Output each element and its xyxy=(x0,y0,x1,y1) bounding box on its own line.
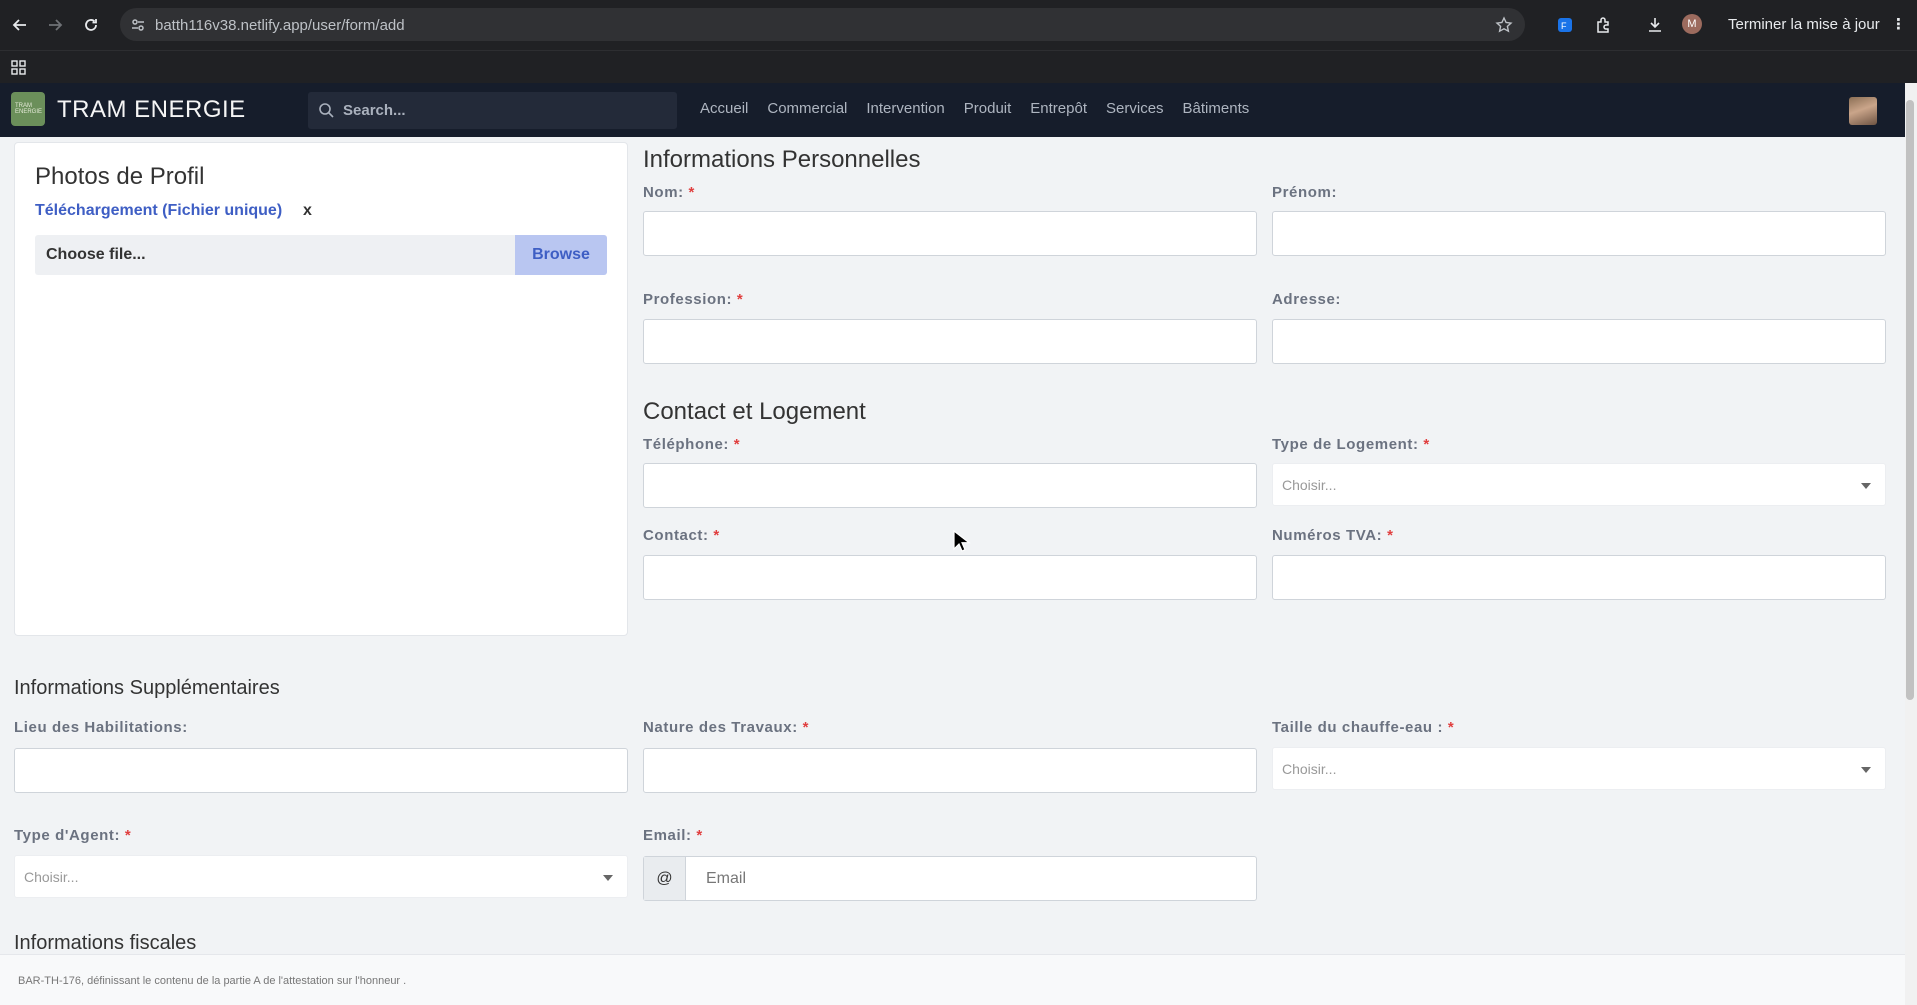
bookmark-star-icon[interactable] xyxy=(1495,16,1513,34)
taille-placeholder: Choisir... xyxy=(1282,761,1337,777)
svg-text:F: F xyxy=(1561,21,1567,31)
download-icon xyxy=(1649,18,1661,32)
extension-button[interactable]: F xyxy=(1553,13,1577,37)
browse-button[interactable]: Browse xyxy=(515,235,607,275)
footer-bar: BAR-TH-176, définissant le contenu de la… xyxy=(0,954,1905,1005)
search-icon xyxy=(319,103,334,118)
personal-section-title: Informations Personnelles xyxy=(643,146,921,173)
contact-input[interactable] xyxy=(643,555,1257,600)
profession-label: Profession: * xyxy=(643,291,744,308)
fiscal-section-title: Informations fiscales xyxy=(14,932,197,954)
type-logement-label: Type de Logement: * xyxy=(1272,436,1430,453)
type-logement-select[interactable]: Choisir... xyxy=(1272,463,1886,506)
type-logement-placeholder: Choisir... xyxy=(1282,477,1337,493)
apps-grid-icon[interactable] xyxy=(11,60,26,75)
nav-intervention[interactable]: Intervention xyxy=(866,100,944,117)
update-label: Terminer la mise à jour xyxy=(1728,16,1880,33)
profession-input[interactable] xyxy=(643,319,1257,364)
nom-label: Nom: * xyxy=(643,184,695,201)
nom-input[interactable] xyxy=(643,211,1257,256)
chevron-down-icon xyxy=(1861,483,1871,489)
taille-label: Taille du chauffe-eau : * xyxy=(1272,719,1455,736)
taille-select[interactable]: Choisir... xyxy=(1272,747,1886,790)
brand-logo[interactable]: TRAM ENERGIE xyxy=(11,92,45,126)
contact-label: Contact: * xyxy=(643,527,720,544)
file-placeholder: Choose file... xyxy=(46,246,146,263)
brand-name[interactable]: TRAM ENERGIE xyxy=(57,96,246,124)
telephone-label: Téléphone: * xyxy=(643,436,741,453)
reload-button[interactable] xyxy=(79,13,103,37)
chevron-down-icon xyxy=(1861,767,1871,773)
nav-entrepot[interactable]: Entrepôt xyxy=(1030,100,1087,117)
url-text: batth116v38.netlify.app/user/form/add xyxy=(155,17,405,34)
back-arrow-icon xyxy=(12,19,26,31)
type-agent-select[interactable]: Choisir... xyxy=(14,855,628,898)
telephone-input[interactable] xyxy=(643,463,1257,508)
email-label: Email: * xyxy=(643,827,703,844)
user-avatar[interactable] xyxy=(1849,97,1877,125)
puzzle-icon xyxy=(1597,17,1609,33)
photo-card: Photos de Profil Téléchargement (Fichier… xyxy=(14,142,628,636)
chevron-down-icon xyxy=(603,875,613,881)
file-input[interactable]: Choose file... Browse xyxy=(35,235,607,275)
nature-input[interactable] xyxy=(643,748,1257,793)
scrollbar-thumb[interactable] xyxy=(1906,100,1914,700)
browser-toolbar: batth116v38.netlify.app/user/form/add F … xyxy=(0,0,1917,50)
photo-card-title: Photos de Profil xyxy=(35,163,205,190)
profile-avatar[interactable]: M xyxy=(1682,14,1702,34)
nav-batiments[interactable]: Bâtiments xyxy=(1183,100,1250,117)
prenom-input[interactable] xyxy=(1272,211,1886,256)
tva-label: Numéros TVA: * xyxy=(1272,527,1394,544)
upload-close-button[interactable]: x xyxy=(303,202,312,220)
type-agent-label: Type d'Agent: * xyxy=(14,827,132,844)
nav-search xyxy=(308,92,677,129)
adresse-input[interactable] xyxy=(1272,319,1886,364)
extension-translate-icon: F xyxy=(1558,18,1572,32)
extensions-menu-button[interactable] xyxy=(1591,13,1615,37)
logo-text: TRAM ENERGIE xyxy=(15,103,43,115)
forward-button[interactable] xyxy=(43,13,67,37)
nav-accueil[interactable]: Accueil xyxy=(700,100,748,117)
mouse-cursor-icon xyxy=(953,530,971,552)
site-info-icon[interactable] xyxy=(130,17,146,33)
downloads-button[interactable] xyxy=(1643,13,1667,37)
email-input[interactable] xyxy=(706,869,1236,889)
lieu-label: Lieu des Habilitations: xyxy=(14,719,188,736)
back-button[interactable] xyxy=(8,13,32,37)
prenom-label: Prénom: xyxy=(1272,184,1338,201)
adresse-label: Adresse: xyxy=(1272,291,1341,308)
contact-section-title: Contact et Logement xyxy=(643,398,866,425)
at-prefix: @ xyxy=(644,857,686,900)
bookmarks-bar xyxy=(0,50,1917,83)
menu-dots-icon[interactable]: ⋮ xyxy=(1891,8,1906,41)
address-bar[interactable]: batth116v38.netlify.app/user/form/add xyxy=(120,8,1525,41)
footer-text: BAR-TH-176, définissant le contenu de la… xyxy=(18,975,407,987)
update-chrome-button[interactable]: Terminer la mise à jour ⋮ xyxy=(1716,8,1916,41)
nav-services[interactable]: Services xyxy=(1106,100,1164,117)
reload-icon xyxy=(85,19,97,31)
lieu-input[interactable] xyxy=(14,748,628,793)
extra-section-title: Informations Supplémentaires xyxy=(14,677,280,699)
forward-arrow-icon xyxy=(49,19,63,31)
nav-produit[interactable]: Produit xyxy=(964,100,1012,117)
tva-input[interactable] xyxy=(1272,555,1886,600)
nav-commercial[interactable]: Commercial xyxy=(767,100,847,117)
upload-label[interactable]: Téléchargement (Fichier unique) xyxy=(35,202,282,220)
email-input-group: @ xyxy=(643,856,1257,901)
app-navbar: TRAM ENERGIE TRAM ENERGIE Accueil Commer… xyxy=(0,83,1905,137)
nav-links: Accueil Commercial Intervention Produit … xyxy=(700,100,1268,117)
nature-label: Nature des Travaux: * xyxy=(643,719,810,736)
type-agent-placeholder: Choisir... xyxy=(24,869,79,885)
search-input[interactable] xyxy=(343,100,663,120)
